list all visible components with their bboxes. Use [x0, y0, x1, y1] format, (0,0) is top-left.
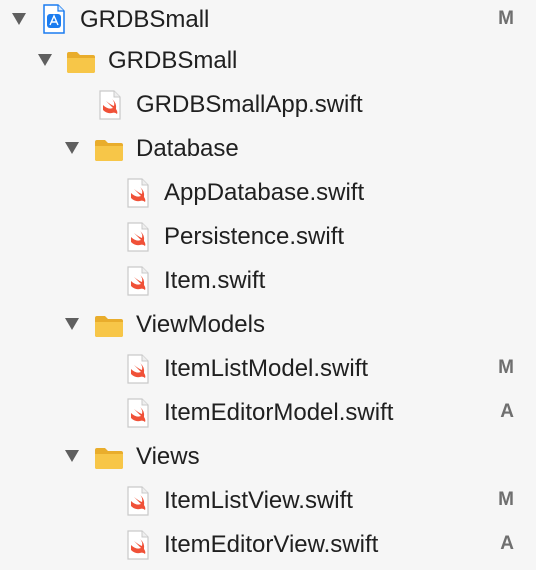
- tree-row-file[interactable]: Persistence.swift: [0, 217, 536, 261]
- file-label: Persistence.swift: [164, 223, 345, 250]
- file-label: ItemEditorView.swift: [164, 531, 379, 558]
- folder-label: ViewModels: [136, 311, 265, 338]
- source-control-status-badge: A: [500, 401, 514, 422]
- file-label: Item.swift: [164, 267, 266, 294]
- xcode-project-icon: [43, 4, 65, 34]
- source-control-status-badge: M: [498, 489, 514, 510]
- file-label: GRDBSmallApp.swift: [136, 91, 363, 118]
- file-label: ItemListView.swift: [164, 487, 353, 514]
- source-control-status-badge: M: [498, 357, 514, 378]
- tree-row-file[interactable]: ItemListModel.swift M: [0, 349, 536, 393]
- project-label: GRDBSmall: [80, 6, 210, 33]
- disclosure-triangle-icon[interactable]: [65, 142, 79, 154]
- tree-row-file[interactable]: ItemListView.swift M: [0, 481, 536, 525]
- folder-label: Views: [136, 443, 200, 470]
- project-navigator: GRDBSmall M GRDBSmall GRDBSmallApp.swift…: [0, 0, 536, 570]
- swift-file-icon: [127, 222, 149, 252]
- source-control-status-badge: A: [500, 533, 514, 554]
- folder-icon: [95, 140, 123, 161]
- swift-file-icon: [127, 398, 149, 428]
- tree-row-file[interactable]: ItemEditorView.swift A: [0, 525, 536, 569]
- tree-row-file[interactable]: ItemEditorModel.swift A: [0, 393, 536, 437]
- tree-row-folder-viewmodels[interactable]: ViewModels: [0, 305, 536, 349]
- folder-icon: [67, 52, 95, 73]
- swift-file-icon: [127, 354, 149, 384]
- source-control-status-badge: M: [498, 8, 514, 29]
- disclosure-triangle-icon[interactable]: [65, 318, 79, 330]
- swift-file-icon: [127, 178, 149, 208]
- swift-file-icon: [127, 486, 149, 516]
- disclosure-triangle-icon[interactable]: [12, 13, 26, 25]
- folder-icon: [95, 448, 123, 469]
- folder-icon: [95, 316, 123, 337]
- swift-file-icon: [99, 90, 121, 120]
- file-label: ItemListModel.swift: [164, 355, 369, 382]
- file-label: AppDatabase.swift: [164, 179, 365, 206]
- tree-row-folder-database[interactable]: Database: [0, 129, 536, 173]
- tree-row-folder-views[interactable]: Views: [0, 437, 536, 481]
- tree-row-file[interactable]: Item.swift: [0, 261, 536, 305]
- tree-row-project[interactable]: GRDBSmall M: [0, 0, 536, 44]
- swift-file-icon: [127, 266, 149, 296]
- swift-file-icon: [127, 530, 149, 560]
- group-label: GRDBSmall: [108, 47, 238, 74]
- tree-row-file[interactable]: AppDatabase.swift: [0, 173, 536, 217]
- folder-label: Database: [136, 135, 239, 162]
- disclosure-triangle-icon[interactable]: [38, 54, 52, 66]
- disclosure-triangle-icon[interactable]: [65, 450, 79, 462]
- file-label: ItemEditorModel.swift: [164, 399, 394, 426]
- tree-row-group-grdbsmall[interactable]: GRDBSmall: [0, 41, 536, 85]
- tree-row-file[interactable]: GRDBSmallApp.swift: [0, 85, 536, 129]
